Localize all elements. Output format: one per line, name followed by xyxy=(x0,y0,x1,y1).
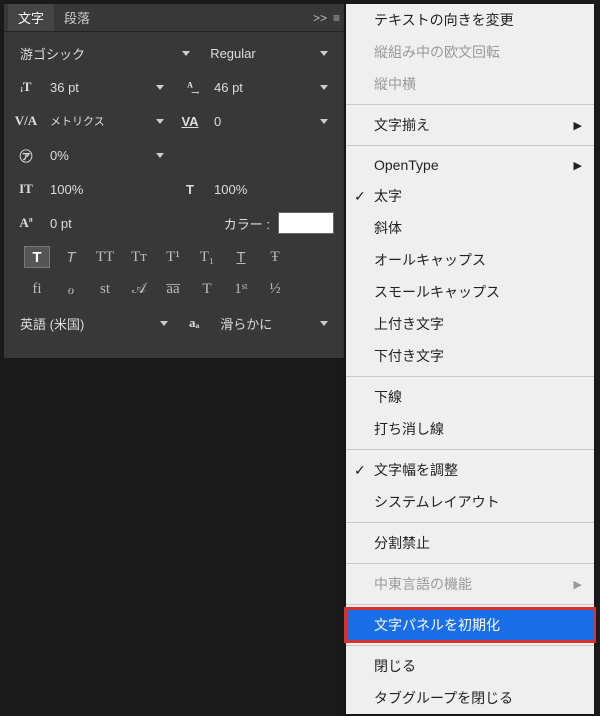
menu-close-tab-group[interactable]: タブグループを閉じる xyxy=(346,682,594,714)
baseline-input[interactable]: 0 pt xyxy=(44,210,170,236)
allcaps-button[interactable]: TT xyxy=(92,246,118,268)
character-panel: 文字 段落 >> ≡ 游ゴシック Regular ᵢT 36 pt ᴬ͢ 46 pt… xyxy=(4,4,344,358)
stylistic-button[interactable]: st xyxy=(92,278,118,300)
menu-bold[interactable]: ✓太字 xyxy=(346,180,594,212)
menu-justification[interactable]: 文字揃え▶ xyxy=(346,109,594,141)
fraction-button[interactable]: ½ xyxy=(262,278,288,300)
menu-adjust-width[interactable]: ✓文字幅を調整 xyxy=(346,454,594,486)
menu-strikethrough[interactable]: 打ち消し線 xyxy=(346,413,594,445)
italic-button[interactable]: T xyxy=(58,246,84,268)
vscale-input[interactable]: 100% xyxy=(44,176,170,202)
tab-paragraph[interactable]: 段落 xyxy=(54,4,100,31)
context-menu: テキストの向きを変更 縦組み中の欧文回転 縦中横 文字揃え▶ OpenType▶… xyxy=(346,4,594,714)
antialias-icon: aₐ xyxy=(182,314,206,332)
menu-separator xyxy=(346,449,594,450)
menu-underline[interactable]: 下線 xyxy=(346,381,594,413)
menu-superscript[interactable]: 上付き文字 xyxy=(346,308,594,340)
kerning-select[interactable]: メトリクス xyxy=(44,108,170,134)
style-buttons-row-1: T T TT Tᴛ T¹ T₁ T Ŧ xyxy=(24,246,334,268)
panel-menu-icon[interactable]: ≡ xyxy=(333,11,340,25)
menu-close[interactable]: 閉じる xyxy=(346,650,594,682)
menu-separator xyxy=(346,376,594,377)
menu-separator xyxy=(346,645,594,646)
chevron-down-icon xyxy=(160,321,168,326)
titling-button[interactable]: a̅a̅ xyxy=(160,278,186,300)
panel-tabs: 文字 段落 >> ≡ xyxy=(4,4,344,32)
leading-select[interactable]: 46 pt xyxy=(208,74,334,100)
check-icon: ✓ xyxy=(354,462,366,479)
chevron-down-icon xyxy=(156,119,164,124)
expand-icon[interactable]: >> xyxy=(313,11,327,25)
underline-button[interactable]: T xyxy=(228,246,254,268)
hscale-icon: T xyxy=(178,180,202,198)
tsume-icon: ㋐ xyxy=(14,146,38,164)
menu-tatechuyoko: 縦中横 xyxy=(346,68,594,100)
bold-button[interactable]: T xyxy=(24,246,50,268)
ligature-button[interactable]: fi xyxy=(24,278,50,300)
menu-system-layout[interactable]: システムレイアウト xyxy=(346,486,594,518)
font-size-icon: ᵢT xyxy=(14,78,38,96)
style-buttons-row-2: fi ℴ st 𝒜 a̅a̅ T 1ˢᵗ ½ xyxy=(24,278,334,300)
subscript-button[interactable]: T₁ xyxy=(194,246,220,268)
menu-subscript[interactable]: 下付き文字 xyxy=(346,340,594,372)
menu-smallcaps[interactable]: スモールキャップス xyxy=(346,276,594,308)
superscript-button[interactable]: T¹ xyxy=(160,246,186,268)
tracking-icon: VA xyxy=(178,112,202,130)
submenu-arrow-icon: ▶ xyxy=(574,159,582,172)
kerning-icon: V/A xyxy=(14,112,38,130)
tsume-select[interactable]: 0% xyxy=(44,142,170,168)
chevron-down-icon xyxy=(156,85,164,90)
hscale-input[interactable]: 100% xyxy=(208,176,334,202)
chevron-down-icon xyxy=(320,85,328,90)
menu-tatechuyoko-rotation: 縦組み中の欧文回転 xyxy=(346,36,594,68)
color-swatch[interactable] xyxy=(278,212,334,234)
chevron-down-icon xyxy=(156,153,164,158)
menu-change-orientation[interactable]: テキストの向きを変更 xyxy=(346,4,594,36)
check-icon: ✓ xyxy=(354,188,366,205)
oldstyle-button[interactable]: 1ˢᵗ xyxy=(228,278,254,300)
swash-button[interactable]: 𝒜 xyxy=(126,278,152,300)
font-size-select[interactable]: 36 pt xyxy=(44,74,170,100)
vscale-icon: IT xyxy=(14,180,38,198)
chevron-down-icon xyxy=(182,51,190,56)
menu-separator xyxy=(346,145,594,146)
chevron-down-icon xyxy=(320,321,328,326)
menu-reset-panel[interactable]: 文字パネルを初期化 xyxy=(346,609,594,641)
baseline-icon: Aª xyxy=(14,214,38,232)
tracking-select[interactable]: 0 xyxy=(208,108,334,134)
color-label: カラー : xyxy=(224,214,270,233)
tab-character[interactable]: 文字 xyxy=(8,4,54,31)
leading-icon: ᴬ͢ xyxy=(178,78,202,96)
chevron-down-icon xyxy=(320,119,328,124)
strikethrough-button[interactable]: Ŧ xyxy=(262,246,288,268)
alternate-button[interactable]: T xyxy=(194,278,220,300)
menu-italic[interactable]: 斜体 xyxy=(346,212,594,244)
menu-separator xyxy=(346,104,594,105)
menu-no-break[interactable]: 分割禁止 xyxy=(346,527,594,559)
submenu-arrow-icon: ▶ xyxy=(574,578,582,591)
menu-separator xyxy=(346,522,594,523)
menu-allcaps[interactable]: オールキャップス xyxy=(346,244,594,276)
font-style-select[interactable]: Regular xyxy=(204,40,334,66)
submenu-arrow-icon: ▶ xyxy=(574,119,582,132)
menu-separator xyxy=(346,604,594,605)
smallcaps-button[interactable]: Tᴛ xyxy=(126,246,152,268)
menu-opentype[interactable]: OpenType▶ xyxy=(346,150,594,180)
menu-separator xyxy=(346,563,594,564)
ordinal-button[interactable]: ℴ xyxy=(58,278,84,300)
chevron-down-icon xyxy=(320,51,328,56)
menu-middle-eastern: 中東言語の機能▶ xyxy=(346,568,594,600)
antialias-select[interactable]: 滑らかに xyxy=(214,310,334,336)
language-select[interactable]: 英語 (米国) xyxy=(14,310,174,336)
font-family-select[interactable]: 游ゴシック xyxy=(14,40,196,66)
